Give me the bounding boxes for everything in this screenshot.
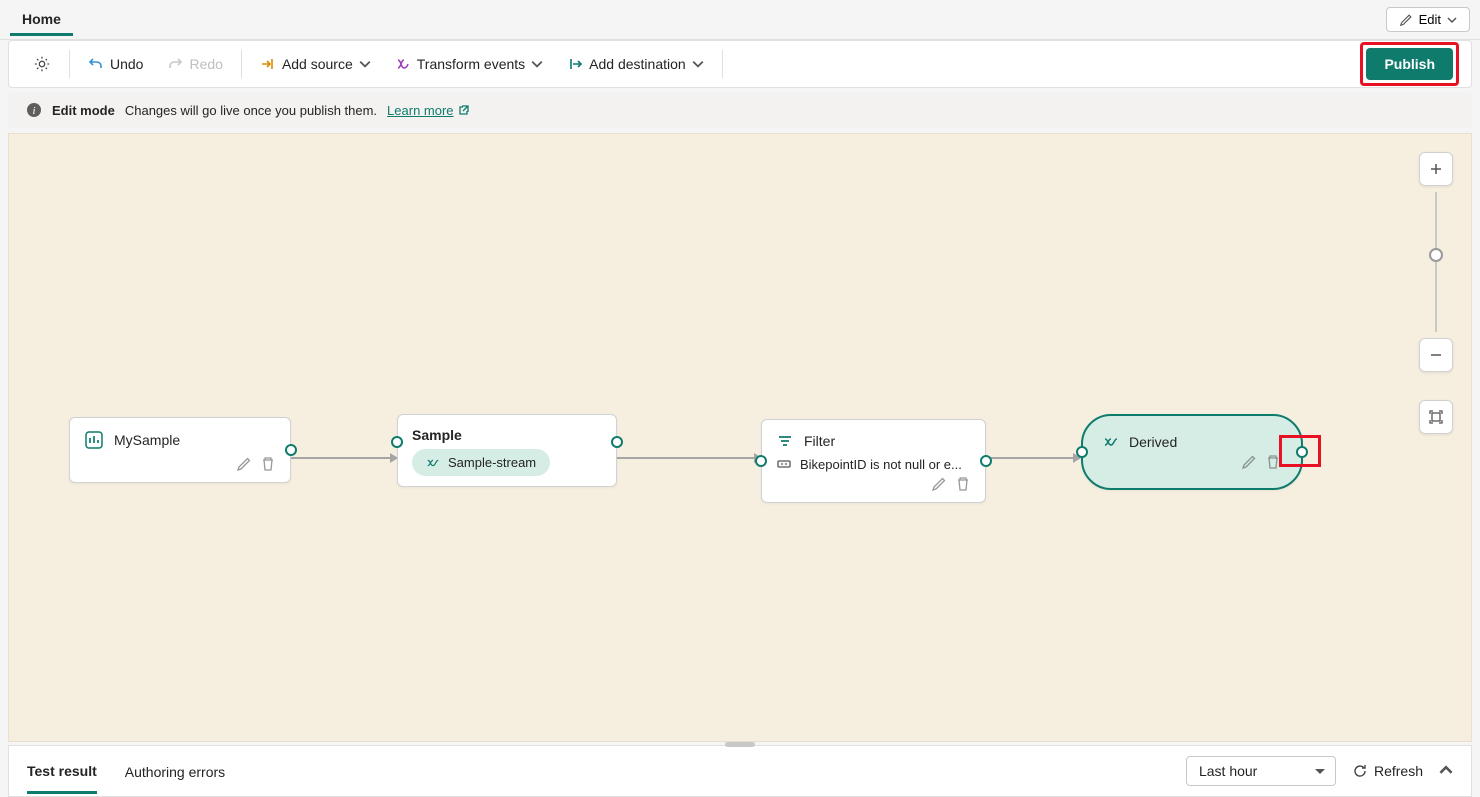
node-filter[interactable]: Filter BikepointID is not null or e...: [761, 419, 986, 503]
node-title: Sample: [412, 427, 462, 443]
redo-icon: [167, 56, 183, 72]
undo-button[interactable]: Undo: [76, 50, 155, 78]
add-source-icon: [260, 56, 276, 72]
learn-more-link[interactable]: Learn more: [387, 103, 469, 118]
refresh-button[interactable]: Refresh: [1352, 763, 1423, 779]
header-bar: Home Edit: [0, 0, 1480, 40]
connector: [617, 457, 761, 459]
node-port-out[interactable]: [611, 436, 623, 448]
filter-condition: BikepointID is not null or e...: [800, 457, 962, 472]
pencil-icon[interactable]: [236, 456, 252, 472]
separator: [241, 50, 242, 78]
refresh-icon: [1352, 763, 1368, 779]
stream-pill[interactable]: Sample-stream: [412, 449, 550, 476]
node-derived[interactable]: Derived: [1081, 414, 1303, 490]
node-mysample[interactable]: MySample: [69, 417, 291, 483]
add-destination-icon: [567, 56, 583, 72]
info-icon: i: [26, 102, 42, 118]
add-source-label: Add source: [282, 56, 353, 72]
zoom-thumb[interactable]: [1429, 248, 1443, 262]
transform-icon: [395, 56, 411, 72]
info-bar: i Edit mode Changes will go live once yo…: [8, 92, 1472, 128]
edit-dropdown-button[interactable]: Edit: [1386, 7, 1470, 32]
fit-icon: [1428, 409, 1444, 425]
stream-label: Sample-stream: [448, 455, 536, 470]
zoom-fit-button[interactable]: [1419, 400, 1453, 434]
settings-button[interactable]: [21, 49, 63, 79]
connector: [291, 457, 397, 459]
node-port-out[interactable]: [980, 455, 992, 467]
separator: [69, 50, 70, 78]
gear-icon: [33, 55, 51, 73]
connector: [986, 457, 1080, 459]
node-title: Filter: [804, 433, 835, 449]
chevron-down-icon: [1447, 15, 1457, 25]
add-source-button[interactable]: Add source: [248, 50, 383, 78]
edit-mode-label: Edit mode: [52, 103, 115, 118]
edit-label: Edit: [1419, 12, 1441, 27]
trash-icon[interactable]: [955, 476, 971, 492]
chevron-down-icon: [531, 58, 543, 70]
redo-button[interactable]: Redo: [155, 50, 234, 78]
pencil-icon[interactable]: [931, 476, 947, 492]
separator: [722, 50, 723, 78]
zoom-slider[interactable]: [1435, 192, 1437, 332]
output-port-highlight: [1279, 435, 1321, 467]
pencil-icon: [1399, 13, 1413, 27]
pencil-icon[interactable]: [1241, 454, 1257, 470]
plus-icon: [1429, 162, 1443, 176]
publish-highlight-box: Publish: [1360, 42, 1459, 86]
source-icon: [84, 430, 104, 450]
tab-authoring-errors[interactable]: Authoring errors: [125, 750, 225, 792]
tab-home[interactable]: Home: [10, 3, 73, 36]
undo-icon: [88, 56, 104, 72]
zoom-controls: [1419, 152, 1453, 434]
refresh-label: Refresh: [1374, 763, 1423, 779]
trash-icon[interactable]: [260, 456, 276, 472]
expand-panel-button[interactable]: [1439, 763, 1453, 780]
chevron-down-icon: [359, 58, 371, 70]
transform-events-button[interactable]: Transform events: [383, 50, 555, 78]
filter-icon: [776, 432, 794, 450]
time-range-value: Last hour: [1199, 763, 1257, 779]
node-port-in[interactable]: [391, 436, 403, 448]
bottom-panel: Test result Authoring errors Last hour R…: [8, 745, 1472, 797]
toolbar: Undo Redo Add source Transform events Ad…: [8, 40, 1472, 88]
info-message: Changes will go live once you publish th…: [125, 103, 377, 118]
chevron-down-icon: [692, 58, 704, 70]
external-link-icon: [458, 104, 470, 116]
stream-icon: [426, 456, 440, 470]
zoom-in-button[interactable]: [1419, 152, 1453, 186]
tab-test-result[interactable]: Test result: [27, 749, 97, 794]
undo-label: Undo: [110, 56, 143, 72]
node-sample[interactable]: Sample Sample-stream: [397, 414, 617, 487]
add-destination-button[interactable]: Add destination: [555, 50, 716, 78]
node-title: MySample: [114, 432, 180, 448]
node-title: Derived: [1129, 434, 1177, 450]
node-port-in[interactable]: [755, 455, 767, 467]
zoom-out-button[interactable]: [1419, 338, 1453, 372]
svg-text:i: i: [32, 105, 35, 117]
time-range-select[interactable]: Last hour: [1186, 756, 1336, 786]
panel-drag-handle[interactable]: [725, 742, 755, 747]
redo-label: Redo: [189, 56, 222, 72]
node-port-in[interactable]: [1076, 446, 1088, 458]
chevron-up-icon: [1439, 763, 1453, 777]
flow-canvas[interactable]: MySample Sample Sample-stream Filter Bik…: [8, 133, 1472, 742]
transform-label: Transform events: [417, 56, 525, 72]
publish-button[interactable]: Publish: [1366, 48, 1453, 80]
minus-icon: [1429, 348, 1443, 362]
learn-more-label: Learn more: [387, 103, 453, 118]
node-port-out[interactable]: [285, 444, 297, 456]
stream-icon: [1103, 434, 1119, 450]
condition-icon: [776, 456, 792, 472]
add-destination-label: Add destination: [589, 56, 686, 72]
